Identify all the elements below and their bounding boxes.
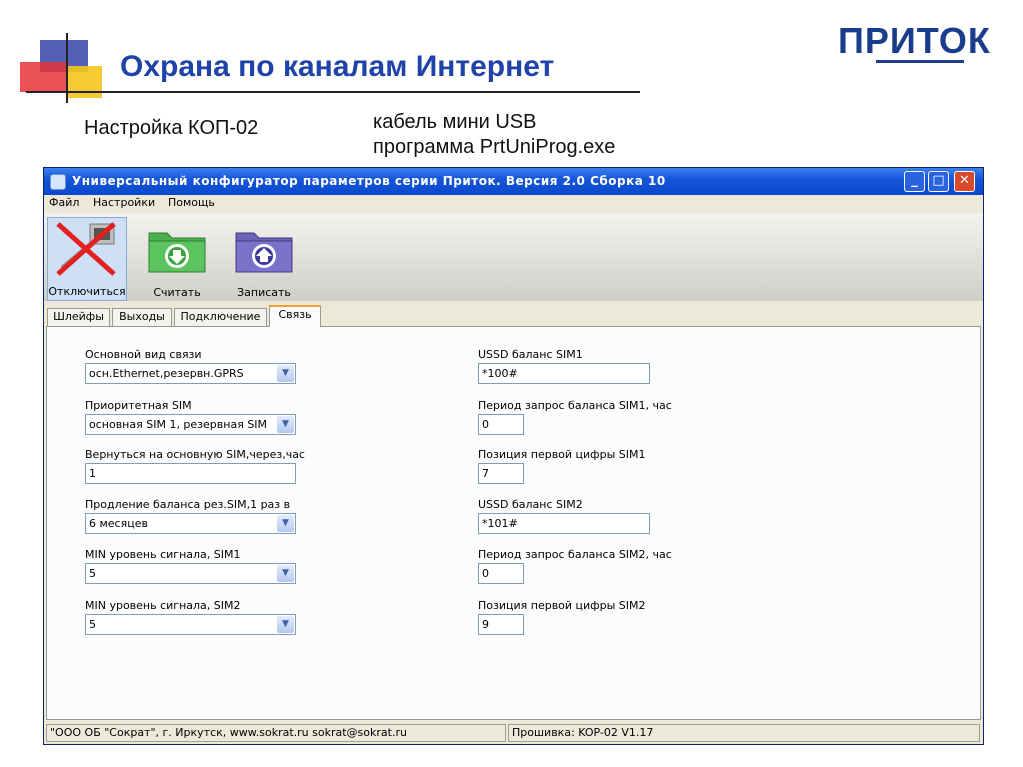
menu-settings[interactable]: Настройки bbox=[93, 196, 155, 209]
tab-communication[interactable]: Связь bbox=[269, 305, 321, 327]
ussd-sim1-input[interactable]: *100# bbox=[478, 363, 650, 384]
program-caption: программа PrtUniProg.exe bbox=[373, 136, 616, 158]
priority-sim-label: Приоритетная SIM bbox=[85, 399, 192, 412]
cable-program-caption: кабель мини USB программа PrtUniProg.exe bbox=[373, 110, 615, 160]
logo-underline bbox=[876, 60, 964, 63]
chevron-down-icon[interactable]: ▼ bbox=[277, 365, 294, 382]
menu-file[interactable]: Файл bbox=[49, 196, 79, 209]
first-digit-sim1-label: Позиция первой цифры SIM1 bbox=[478, 448, 646, 461]
chevron-down-icon[interactable]: ▼ bbox=[277, 416, 294, 433]
download-folder-icon bbox=[148, 232, 206, 273]
first-digit-sim1-input[interactable]: 7 bbox=[478, 463, 524, 484]
min-signal-sim1-label: MIN уровень сигнала, SIM1 bbox=[85, 548, 241, 561]
toolbar: Отключиться Считать Записать bbox=[44, 213, 983, 301]
ussd-sim1-label: USSD баланс SIM1 bbox=[478, 348, 583, 361]
firmware-version: Прошивка: KOP-02 V1.17 bbox=[508, 724, 980, 742]
decor-yellow-square bbox=[68, 66, 102, 98]
balance-renewal-label: Продление баланса рез.SIM,1 раз в bbox=[85, 498, 291, 511]
cable-caption: кабель мини USB bbox=[373, 111, 537, 133]
minimize-button[interactable]: _ bbox=[904, 171, 925, 192]
setup-caption: Настройка КОП-02 bbox=[84, 117, 259, 139]
chevron-down-icon[interactable]: ▼ bbox=[277, 565, 294, 582]
return-sim-label: Вернуться на основную SIM,через,час bbox=[85, 448, 305, 461]
decor-red-square bbox=[20, 62, 68, 92]
first-digit-sim2-input[interactable]: 9 bbox=[478, 614, 524, 635]
tab-connection[interactable]: Подключение bbox=[174, 308, 267, 326]
ussd-sim2-input[interactable]: *101# bbox=[478, 513, 650, 534]
window-title: Универсальный конфигуратор параметров се… bbox=[72, 174, 666, 188]
disconnect-button[interactable]: Отключиться bbox=[47, 217, 127, 301]
min-signal-sim2-label: MIN уровень сигнала, SIM2 bbox=[85, 599, 241, 612]
primary-channel-label: Основной вид связи bbox=[85, 348, 202, 361]
priority-sim-select[interactable]: основная SIM 1, резервная SIM ▼ bbox=[85, 414, 296, 435]
maximize-button[interactable]: □ bbox=[928, 171, 949, 192]
menu-bar: Файл Настройки Помощь bbox=[44, 195, 983, 213]
title-bar[interactable]: Универсальный конфигуратор параметров се… bbox=[44, 168, 983, 195]
read-button[interactable]: Считать bbox=[137, 217, 217, 301]
status-bar: "ООО ОБ "Сократ", г. Иркутск, www.sokrat… bbox=[44, 722, 983, 744]
configurator-window: Универсальный конфигуратор параметров се… bbox=[43, 167, 984, 745]
company-info: "ООО ОБ "Сократ", г. Иркутск, www.sokrat… bbox=[46, 724, 506, 742]
return-sim-input[interactable]: 1 bbox=[85, 463, 296, 484]
pritok-logo: ПРИТОК bbox=[838, 20, 991, 61]
balance-period-sim1-label: Период запрос баланса SIM1, час bbox=[478, 399, 672, 412]
balance-renewal-select[interactable]: 6 месяцев ▼ bbox=[85, 513, 296, 534]
min-signal-sim1-select[interactable]: 5 ▼ bbox=[85, 563, 296, 584]
communication-settings-panel: Основной вид связи осн.Ethernet,резервн.… bbox=[46, 326, 981, 720]
ussd-sim2-label: USSD баланс SIM2 bbox=[478, 498, 583, 511]
priority-sim-value: основная SIM 1, резервная SIM bbox=[89, 418, 268, 431]
decor-horizontal-line bbox=[26, 91, 640, 93]
min-signal-sim2-select[interactable]: 5 ▼ bbox=[85, 614, 296, 635]
balance-renewal-value: 6 месяцев bbox=[89, 517, 148, 530]
upload-folder-icon bbox=[235, 232, 293, 273]
disconnect-icon bbox=[56, 222, 116, 276]
disconnect-label: Отключиться bbox=[48, 285, 126, 298]
slide-title: Охрана по каналам Интернет bbox=[120, 50, 555, 83]
primary-channel-select[interactable]: осн.Ethernet,резервн.GPRS ▼ bbox=[85, 363, 296, 384]
read-label: Считать bbox=[153, 286, 201, 299]
chevron-down-icon[interactable]: ▼ bbox=[277, 616, 294, 633]
balance-period-sim2-input[interactable]: 0 bbox=[478, 563, 524, 584]
balance-period-sim1-input[interactable]: 0 bbox=[478, 414, 524, 435]
min-signal-sim2-value: 5 bbox=[89, 618, 96, 631]
close-button[interactable]: ✕ bbox=[954, 171, 975, 192]
tab-bar: Шлейфы Выходы Подключение Связь bbox=[44, 305, 983, 327]
tab-loops[interactable]: Шлейфы bbox=[47, 308, 110, 326]
write-label: Записать bbox=[237, 286, 291, 299]
balance-period-sim2-label: Период запрос баланса SIM2, час bbox=[478, 548, 672, 561]
primary-channel-value: осн.Ethernet,резервн.GPRS bbox=[89, 367, 244, 380]
first-digit-sim2-label: Позиция первой цифры SIM2 bbox=[478, 599, 646, 612]
min-signal-sim1-value: 5 bbox=[89, 567, 96, 580]
write-button[interactable]: Записать bbox=[224, 217, 304, 301]
menu-help[interactable]: Помощь bbox=[168, 196, 215, 209]
chevron-down-icon[interactable]: ▼ bbox=[277, 515, 294, 532]
app-icon bbox=[50, 174, 66, 190]
tab-outputs[interactable]: Выходы bbox=[112, 308, 172, 326]
